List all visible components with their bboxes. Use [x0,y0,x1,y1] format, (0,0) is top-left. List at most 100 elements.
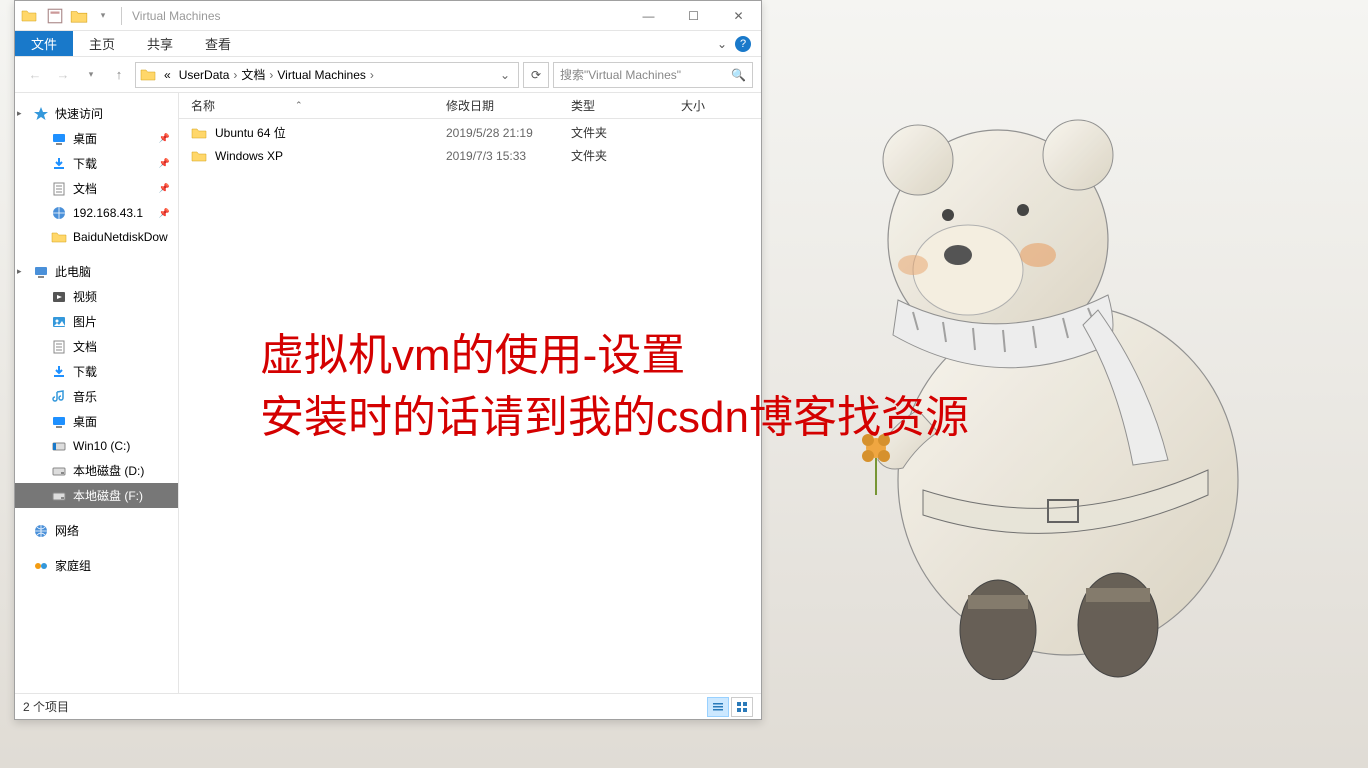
sort-indicator-icon: ⌃ [295,100,303,111]
sidebar-pc-item[interactable]: 本地磁盘 (F:) [15,483,178,508]
nav-back-button[interactable]: ← [23,63,47,87]
ribbon-tab-share[interactable]: 共享 [131,31,189,56]
ribbon-tab-home[interactable]: 主页 [73,31,131,56]
net-icon [51,205,67,221]
folder-icon [191,125,207,141]
navigation-sidebar: ▸ 快速访问 桌面 📌 下载 📌 文档📌192.168.43.1📌 BaiduNetdis… [15,93,179,693]
file-list: Ubuntu 64 位2019/5/28 21:19文件夹Windows XP2… [179,119,761,693]
column-type[interactable]: 类型 [571,97,681,114]
qat-new-folder-icon[interactable] [70,7,88,25]
view-switcher [707,697,753,717]
pin-icon: 📌 [159,158,170,169]
column-size[interactable]: 大小 [681,97,761,114]
file-name: Ubuntu 64 位 [215,124,286,141]
expand-icon[interactable]: ▸ [17,108,22,119]
status-bar: 2 个项目 [15,693,761,719]
qat-properties-icon[interactable] [46,7,64,25]
body-area: ▸ 快速访问 桌面 📌 下载 📌 文档📌192.168.43.1📌 BaiduNetdis… [15,93,761,693]
close-button[interactable]: ✕ [716,1,761,31]
sidebar-quick-item[interactable]: 下载 📌 [15,151,178,176]
sidebar-item-label: 本地磁盘 (F:) [73,487,143,504]
maximize-button[interactable]: ☐ [671,1,716,31]
sidebar-pc-item[interactable]: 文档 [15,334,178,359]
doc-icon [51,339,67,355]
sidebar-pc-item[interactable]: 本地磁盘 (D:) [15,458,178,483]
sidebar-pc-item[interactable]: Win10 (C:) [15,434,178,458]
window-title: Virtual Machines [132,9,221,23]
doc-icon [51,181,67,197]
address-bar[interactable]: « UserData › 文档 › Virtual Machines › ⌄ [135,62,519,88]
breadcrumb-documents[interactable]: 文档 [237,66,269,83]
desktop-icon [51,414,67,430]
sidebar-item-label: 本地磁盘 (D:) [73,462,144,479]
sidebar-pc-item[interactable]: 图片 [15,309,178,334]
file-date: 2019/5/28 21:19 [446,126,571,140]
search-box[interactable]: 搜索"Virtual Machines" 🔍 [553,62,753,88]
file-date: 2019/7/3 15:33 [446,149,571,163]
picture-icon [51,314,67,330]
sidebar-quick-item[interactable]: 192.168.43.1📌 [15,201,178,225]
sidebar-item-label: 桌面 [73,130,97,147]
window-folder-icon [21,8,37,24]
address-dropdown-icon[interactable]: ⌄ [496,68,514,82]
ribbon-expand-icon[interactable]: ⌄ [717,37,727,51]
sidebar-pc-item[interactable]: 视频 [15,284,178,309]
search-placeholder: 搜索"Virtual Machines" [560,66,681,83]
column-date[interactable]: 修改日期 [446,97,571,114]
item-count: 2 个项目 [23,698,69,715]
nav-recent-dropdown[interactable]: ▾ [79,63,103,87]
sidebar-item-label: 下载 [73,155,97,172]
nav-up-button[interactable]: ↑ [107,63,131,87]
sidebar-network[interactable]: 网络 [15,518,178,543]
file-row[interactable]: Ubuntu 64 位 2019/5/28 21:19文件夹 [179,121,761,144]
sidebar-pc-item[interactable]: 桌面 [15,409,178,434]
search-icon[interactable]: 🔍 [731,68,746,82]
sidebar-item-label: 音乐 [73,388,97,405]
sidebar-item-label: 192.168.43.1 [73,206,143,220]
minimize-button[interactable]: — [626,1,671,31]
explorer-window: ▾ Virtual Machines — ☐ ✕ 文件 主页 共享 查看 ⌄ ?… [14,0,762,720]
qat-dropdown-icon[interactable]: ▾ [94,7,112,25]
sidebar-item-label: 图片 [73,313,97,330]
refresh-button[interactable]: ⟳ [523,62,549,88]
sidebar-quick-item[interactable]: 桌面 📌 [15,126,178,151]
file-type: 文件夹 [571,124,681,141]
nav-forward-button[interactable]: → [51,63,75,87]
homegroup-icon [33,558,49,574]
desktop-icon [51,131,67,147]
window-controls: — ☐ ✕ [626,1,761,31]
view-details-button[interactable] [707,697,729,717]
help-button[interactable]: ? [735,36,751,52]
sidebar-pc-item[interactable]: 音乐 [15,384,178,409]
breadcrumb-overflow[interactable]: « [160,68,175,82]
ribbon-tab-view[interactable]: 查看 [189,31,247,56]
pc-icon [33,264,49,280]
network-icon [33,523,49,539]
sidebar-quick-item[interactable]: BaiduNetdiskDow [15,225,178,249]
breadcrumb-vm[interactable]: Virtual Machines [273,68,370,82]
ribbon-tab-file[interactable]: 文件 [15,31,73,56]
network-label: 网络 [55,522,79,539]
address-folder-icon [140,67,156,83]
breadcrumb-sep-icon: › [370,68,374,82]
title-bar: ▾ Virtual Machines — ☐ ✕ [15,1,761,31]
sidebar-homegroup[interactable]: 家庭组 [15,553,178,578]
sidebar-item-label: BaiduNetdiskDow [73,230,168,244]
breadcrumb-userdata[interactable]: UserData [175,68,234,82]
sidebar-this-pc[interactable]: ▸ 此电脑 [15,259,178,284]
address-row: ← → ▾ ↑ « UserData › 文档 › Virtual Machin… [15,57,761,93]
sidebar-quick-item[interactable]: 文档📌 [15,176,178,201]
sidebar-item-label: 下载 [73,363,97,380]
column-name[interactable]: 名称 ⌃ [191,97,446,114]
expand-icon[interactable]: ▸ [17,266,22,277]
file-row[interactable]: Windows XP2019/7/3 15:33文件夹 [179,144,761,167]
pin-icon: 📌 [159,133,170,144]
sidebar-quick-access[interactable]: ▸ 快速访问 [15,101,178,126]
desktop-wallpaper-bear [788,100,1308,680]
file-type: 文件夹 [571,147,681,164]
sidebar-item-label: 文档 [73,180,97,197]
view-thumbnails-button[interactable] [731,697,753,717]
disk-win-icon [51,438,67,454]
sidebar-pc-item[interactable]: 下载 [15,359,178,384]
column-headers: 名称 ⌃ 修改日期 类型 大小 [179,93,761,119]
